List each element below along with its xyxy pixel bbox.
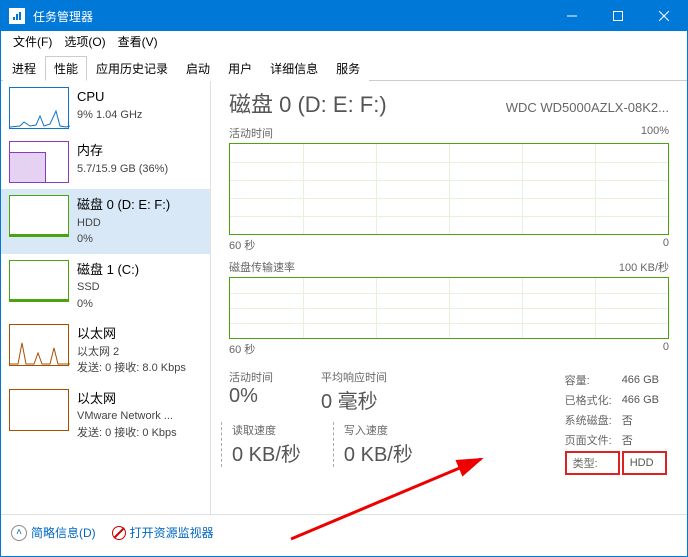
resource-monitor-icon bbox=[112, 526, 126, 540]
chevron-up-icon: ˄ bbox=[11, 525, 27, 541]
sidebar-item-sub2: 发送: 0 接收: 0 Kbps bbox=[77, 425, 177, 442]
sidebar-item-title: 以太网 bbox=[77, 324, 186, 344]
info-row-sysdisk: 系统磁盘:否 bbox=[565, 411, 667, 429]
disk-thumb-icon bbox=[9, 260, 69, 302]
ethernet-thumb-icon bbox=[9, 324, 69, 366]
sidebar-item-sub: HDD bbox=[77, 215, 170, 232]
stat-value: 0% bbox=[229, 385, 273, 408]
info-table: 容量:466 GB 已格式化:466 GB 系统磁盘:否 页面文件:否 类型:H… bbox=[563, 369, 669, 477]
sidebar-item-disk1[interactable]: 磁盘 1 (C:) SSD 0% bbox=[1, 254, 210, 319]
info-row-capacity: 容量:466 GB bbox=[565, 371, 667, 389]
memory-thumb-icon bbox=[9, 141, 69, 183]
stat-value: 0 KB/秒 bbox=[232, 438, 301, 467]
stat-label: 活动时间 bbox=[229, 369, 273, 385]
sidebar-item-text: 内存 5.7/15.9 GB (36%) bbox=[77, 141, 168, 177]
sidebar-item-text: 磁盘 1 (C:) SSD 0% bbox=[77, 260, 139, 313]
titlebar: 任务管理器 bbox=[1, 1, 687, 31]
sidebar[interactable]: CPU 9% 1.04 GHz 内存 5.7/15.9 GB (36%) 磁盘 … bbox=[1, 81, 211, 514]
detail-header: 磁盘 0 (D: E: F:) WDC WD5000AZLX-08K2... bbox=[229, 87, 669, 119]
tab-performance[interactable]: 性能 bbox=[45, 56, 87, 81]
chart-box bbox=[229, 143, 669, 235]
chart-max: 100% bbox=[641, 125, 669, 141]
sidebar-item-title: 磁盘 1 (C:) bbox=[77, 260, 139, 280]
sidebar-item-ethernet0[interactable]: 以太网 以太网 2 发送: 0 接收: 8.0 Kbps bbox=[1, 318, 210, 383]
sidebar-item-title: 以太网 bbox=[77, 389, 177, 409]
brief-info-button[interactable]: ˄ 简略信息(D) bbox=[11, 524, 96, 541]
chart-xleft: 60 秒 bbox=[229, 237, 255, 253]
bottombar: ˄ 简略信息(D) 打开资源监视器 bbox=[1, 514, 687, 550]
chart-box bbox=[229, 277, 669, 339]
info-row-type: 类型:HDD bbox=[565, 451, 667, 475]
chart-xleft: 60 秒 bbox=[229, 341, 255, 357]
stat-response: 平均响应时间 0 毫秒 bbox=[321, 369, 387, 414]
sidebar-item-text: CPU 9% 1.04 GHz bbox=[77, 87, 142, 123]
sidebar-item-sub2: 0% bbox=[77, 296, 139, 313]
sidebar-item-sub: 5.7/15.9 GB (36%) bbox=[77, 161, 168, 178]
sidebar-item-sub: 以太网 2 bbox=[77, 344, 186, 361]
menu-options[interactable]: 选项(O) bbox=[58, 33, 111, 50]
stat-read: 读取速度 0 KB/秒 bbox=[221, 422, 301, 467]
sidebar-item-text: 磁盘 0 (D: E: F:) HDD 0% bbox=[77, 195, 170, 248]
resource-monitor-label: 打开资源监视器 bbox=[130, 524, 214, 541]
cpu-thumb-icon bbox=[9, 87, 69, 129]
chart-max: 100 KB/秒 bbox=[619, 259, 669, 275]
sidebar-item-title: CPU bbox=[77, 87, 142, 107]
details-pane: 磁盘 0 (D: E: F:) WDC WD5000AZLX-08K2... 活… bbox=[211, 81, 687, 514]
stat-active: 活动时间 0% bbox=[229, 369, 273, 414]
stats-row: 活动时间 0% 平均响应时间 0 毫秒 读取速度 0 KB/秒 写入速度 bbox=[229, 369, 669, 477]
sidebar-item-cpu[interactable]: CPU 9% 1.04 GHz bbox=[1, 81, 210, 135]
menubar: 文件(F) 选项(O) 查看(V) bbox=[1, 31, 687, 51]
sidebar-item-title: 磁盘 0 (D: E: F:) bbox=[77, 195, 170, 215]
disk-thumb-icon bbox=[9, 195, 69, 237]
chart-label: 磁盘传输速率 bbox=[229, 259, 295, 275]
tab-details[interactable]: 详细信息 bbox=[261, 56, 327, 81]
info-row-pagefile: 页面文件:否 bbox=[565, 431, 667, 449]
sidebar-item-ethernet1[interactable]: 以太网 VMware Network ... 发送: 0 接收: 0 Kbps bbox=[1, 383, 210, 448]
tab-startup[interactable]: 启动 bbox=[177, 56, 219, 81]
tab-processes[interactable]: 进程 bbox=[3, 56, 45, 81]
detail-model: WDC WD5000AZLX-08K2... bbox=[506, 100, 669, 115]
tab-history[interactable]: 应用历史记录 bbox=[87, 56, 177, 81]
stat-label: 写入速度 bbox=[344, 422, 413, 438]
info-row-formatted: 已格式化:466 GB bbox=[565, 391, 667, 409]
chart-transfer-rate: 磁盘传输速率 100 KB/秒 60 秒 0 bbox=[229, 259, 669, 357]
chart-xright: 0 bbox=[663, 237, 669, 253]
sidebar-item-memory[interactable]: 内存 5.7/15.9 GB (36%) bbox=[1, 135, 210, 189]
window-title: 任务管理器 bbox=[33, 8, 549, 25]
main: CPU 9% 1.04 GHz 内存 5.7/15.9 GB (36%) 磁盘 … bbox=[1, 81, 687, 514]
stat-value: 0 KB/秒 bbox=[344, 438, 413, 467]
detail-title: 磁盘 0 (D: E: F:) bbox=[229, 87, 387, 119]
sidebar-item-text: 以太网 以太网 2 发送: 0 接收: 8.0 Kbps bbox=[77, 324, 186, 377]
stat-value: 0 毫秒 bbox=[321, 385, 387, 414]
sidebar-item-sub2: 发送: 0 接收: 8.0 Kbps bbox=[77, 360, 186, 377]
sidebar-item-sub: 9% 1.04 GHz bbox=[77, 107, 142, 124]
app-icon bbox=[9, 8, 25, 24]
sidebar-item-disk0[interactable]: 磁盘 0 (D: E: F:) HDD 0% bbox=[1, 189, 210, 254]
sidebar-item-sub2: 0% bbox=[77, 231, 170, 248]
tab-services[interactable]: 服务 bbox=[327, 56, 369, 81]
sidebar-item-sub: VMware Network ... bbox=[77, 408, 177, 425]
maximize-button[interactable] bbox=[595, 1, 641, 31]
stat-label: 读取速度 bbox=[232, 422, 301, 438]
chart-label: 活动时间 bbox=[229, 125, 273, 141]
tab-users[interactable]: 用户 bbox=[219, 56, 261, 81]
tab-strip: 进程 性能 应用历史记录 启动 用户 详细信息 服务 bbox=[1, 55, 687, 81]
menu-file[interactable]: 文件(F) bbox=[7, 33, 58, 50]
sidebar-item-title: 内存 bbox=[77, 141, 168, 161]
close-button[interactable] bbox=[641, 1, 687, 31]
window-controls bbox=[549, 1, 687, 31]
sidebar-item-sub: SSD bbox=[77, 279, 139, 296]
sidebar-item-text: 以太网 VMware Network ... 发送: 0 接收: 0 Kbps bbox=[77, 389, 177, 442]
ethernet-thumb-icon bbox=[9, 389, 69, 431]
stat-write: 写入速度 0 KB/秒 bbox=[333, 422, 413, 467]
open-resource-monitor-link[interactable]: 打开资源监视器 bbox=[112, 524, 214, 541]
brief-info-label: 简略信息(D) bbox=[31, 524, 96, 541]
chart-xright: 0 bbox=[663, 341, 669, 357]
menu-view[interactable]: 查看(V) bbox=[112, 33, 164, 50]
chart-active-time: 活动时间 100% 60 秒 0 bbox=[229, 125, 669, 253]
minimize-button[interactable] bbox=[549, 1, 595, 31]
stat-label: 平均响应时间 bbox=[321, 369, 387, 385]
